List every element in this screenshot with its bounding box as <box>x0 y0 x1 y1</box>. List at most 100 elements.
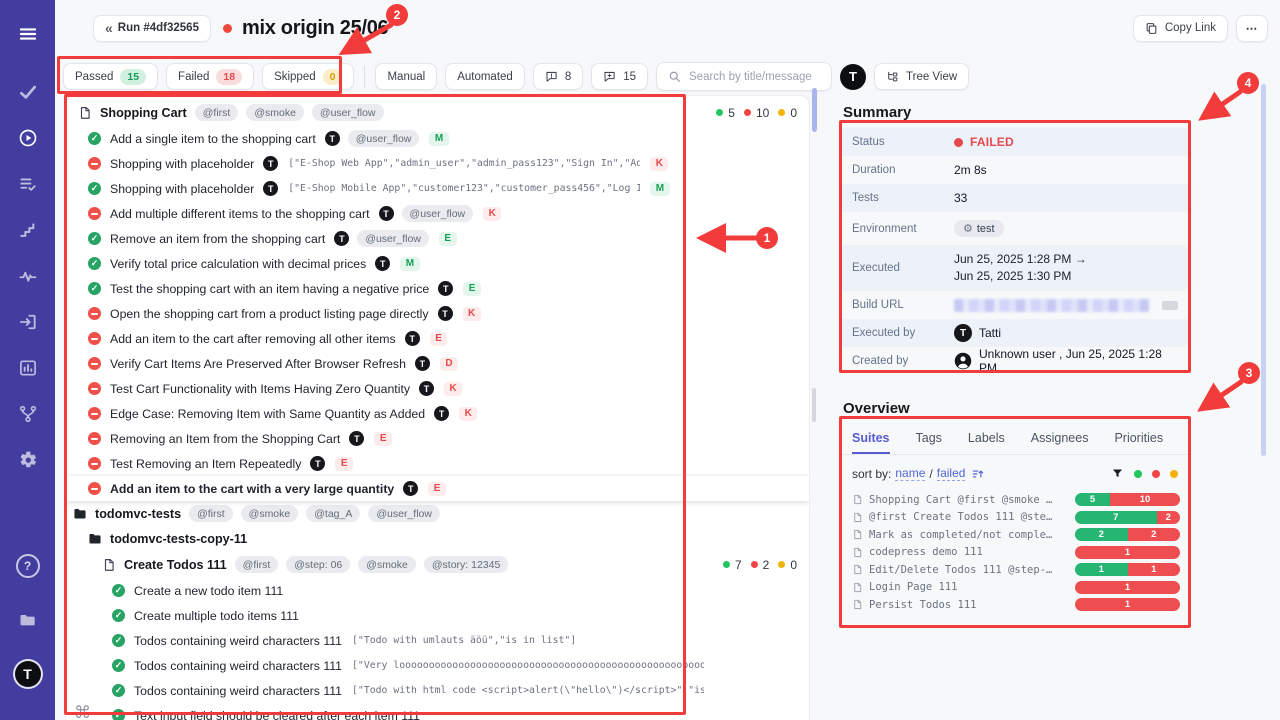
sidebar-item-help[interactable]: ? <box>8 546 48 586</box>
filter-failed-button[interactable]: Failed 18 <box>166 63 254 90</box>
tab-tags[interactable]: Tags <box>916 431 942 454</box>
overview-suite-row[interactable]: Shopping Cart @first @smoke …510 <box>852 491 1180 509</box>
run-back-button[interactable]: « Run #4df32565 <box>93 15 211 42</box>
test-row[interactable]: ✓Add a single item to the shopping cartT… <box>66 126 809 151</box>
overview-suite-row[interactable]: Edit/Delete Todos 111 @step-…11 <box>852 561 1180 579</box>
test-row[interactable]: Test Cart Functionality with Items Havin… <box>66 376 809 401</box>
tag-pill[interactable]: @user_flow <box>348 130 420 147</box>
tab-assignees[interactable]: Assignees <box>1031 431 1089 454</box>
search-box[interactable] <box>656 62 832 91</box>
testomat-badge-icon: T <box>263 181 278 196</box>
test-row[interactable]: ✓Shopping with placeholderT["E-Shop Mobi… <box>66 176 809 201</box>
sort-by-name-link[interactable]: name <box>895 466 925 481</box>
sidebar-item-logo[interactable]: T <box>8 654 48 694</box>
test-row[interactable]: ✓Todos containing weird characters 111["… <box>66 653 809 678</box>
skipped-filter-dot[interactable] <box>1170 470 1178 478</box>
test-row[interactable]: ✓Verify total price calculation with dec… <box>66 251 809 276</box>
tag-pill[interactable]: @smoke <box>246 104 304 121</box>
test-row[interactable]: ✓Test the shopping cart with an item hav… <box>66 276 809 301</box>
suite-row[interactable]: Create Todos 111@first@step: 06@smoke@st… <box>66 551 809 578</box>
overview-suite-row[interactable]: @first Create Todos 111 @ste…72 <box>852 509 1180 527</box>
sort-by-failed-link[interactable]: failed <box>937 466 966 481</box>
test-row[interactable]: Add an item to the cart with a very larg… <box>66 476 809 501</box>
test-row[interactable]: ✓Create a new todo item 111 <box>66 578 809 603</box>
suite-row[interactable]: Shopping Cart@first@smoke@user_flow5100 <box>66 99 809 126</box>
folder-row[interactable]: todomvc-tests-copy-11 <box>66 526 809 551</box>
tab-priorities[interactable]: Priorities <box>1114 431 1163 454</box>
tab-suites[interactable]: Suites <box>852 431 890 454</box>
tag-pill[interactable]: @user_flow <box>368 505 440 522</box>
project-logo-avatar[interactable]: T <box>840 64 866 90</box>
sidebar-item-branches[interactable] <box>8 394 48 434</box>
tag-pill[interactable]: @first <box>195 104 239 121</box>
list-scrollbar[interactable] <box>812 88 817 132</box>
sidebar-item-runs[interactable] <box>8 118 48 158</box>
overview-suite-row[interactable]: codepress demo 1111 <box>852 544 1180 562</box>
copy-link-button[interactable]: Copy Link <box>1133 15 1228 42</box>
comments-add-button[interactable]: 15 <box>591 63 648 90</box>
tree-view-button[interactable]: Tree View <box>874 63 969 90</box>
file-icon <box>852 599 863 610</box>
test-row[interactable]: ✓Todos containing weird characters 111["… <box>66 628 809 653</box>
passed-segment: 2 <box>1075 528 1128 541</box>
test-row[interactable]: Shopping with placeholderT["E-Shop Web A… <box>66 151 809 176</box>
overview-suite-row[interactable]: Login Page 1111 <box>852 579 1180 597</box>
filter-skipped-button[interactable]: Skipped 0 <box>262 63 354 90</box>
folder-row[interactable]: todomvc-tests@first@smoke@tag_A@user_flo… <box>66 501 809 526</box>
test-row[interactable]: ✓Remove an item from the shopping cartT@… <box>66 226 809 251</box>
sidebar-item-projects[interactable] <box>8 600 48 640</box>
test-row[interactable]: ✓Create multiple todo items 111 <box>66 603 809 628</box>
sidebar-item-import[interactable] <box>8 302 48 342</box>
file-icon <box>852 564 863 575</box>
page-scrollbar[interactable] <box>1261 84 1266 456</box>
passed-segment: 1 <box>1075 563 1128 576</box>
test-row[interactable]: Removing an Item from the Shopping CartT… <box>66 426 809 451</box>
passed-filter-dot[interactable] <box>1134 470 1142 478</box>
owner-badge: M <box>429 132 448 146</box>
tag-pill[interactable]: @tag_A <box>306 505 360 522</box>
tag-pill[interactable]: @story: 12345 <box>424 556 508 573</box>
test-row[interactable]: Edge Case: Removing Item with Same Quant… <box>66 401 809 426</box>
test-row[interactable]: ✓Text input field should be cleared afte… <box>66 703 809 720</box>
tag-pill[interactable]: @step: 06 <box>286 556 350 573</box>
filter-automated-button[interactable]: Automated <box>445 63 525 90</box>
filter-funnel-icon[interactable] <box>1111 467 1124 480</box>
suite-counts: 5100 <box>712 106 797 120</box>
failed-icon <box>88 382 101 395</box>
sidebar-item-analytics[interactable] <box>8 348 48 388</box>
sidebar-item-menu[interactable] <box>8 14 48 54</box>
test-row[interactable]: ✓Todos containing weird characters 111["… <box>66 678 809 703</box>
tag-pill[interactable]: @user_flow <box>357 230 429 247</box>
tag-pill[interactable]: @smoke <box>241 505 299 522</box>
tag-pill[interactable]: @user_flow <box>402 205 474 222</box>
test-row[interactable]: Add an item to the cart after removing a… <box>66 326 809 351</box>
overview-suite-row[interactable]: Persist Todos 1111 <box>852 596 1180 614</box>
tag-pill[interactable]: @user_flow <box>312 104 384 121</box>
test-row[interactable]: Test Removing an Item RepeatedlyTE <box>66 451 809 476</box>
sidebar-item-tests[interactable] <box>8 72 48 112</box>
sidebar-item-pulse[interactable] <box>8 256 48 296</box>
sidebar-item-settings[interactable] <box>8 440 48 480</box>
comments-alert-button[interactable]: 8 <box>533 63 583 90</box>
summary-value: Jun 25, 2025 1:28 PM →Jun 25, 2025 1:30 … <box>954 251 1087 285</box>
failed-filter-dot[interactable] <box>1152 470 1160 478</box>
test-title: Text input field should be cleared after… <box>134 709 420 720</box>
tag-pill[interactable]: @smoke <box>358 556 416 573</box>
sort-amount-up-icon[interactable] <box>971 467 985 481</box>
overview-suite-row[interactable]: Mark as completed/not comple…22 <box>852 526 1180 544</box>
test-row[interactable]: Add multiple different items to the shop… <box>66 201 809 226</box>
tag-pill[interactable]: @first <box>235 556 279 573</box>
tab-labels[interactable]: Labels <box>968 431 1005 454</box>
file-icon <box>852 512 863 523</box>
search-input[interactable] <box>687 70 820 84</box>
filter-passed-button[interactable]: Passed 15 <box>63 63 158 90</box>
testomat-badge-icon: T <box>419 381 434 396</box>
sidebar-item-plans[interactable] <box>8 164 48 204</box>
test-row[interactable]: Open the shopping cart from a product li… <box>66 301 809 326</box>
filter-manual-button[interactable]: Manual <box>375 63 437 90</box>
sidebar-item-steps[interactable] <box>8 210 48 250</box>
panel-resize-handle[interactable] <box>812 388 816 422</box>
more-actions-button[interactable]: ⋯ <box>1236 15 1268 42</box>
test-row[interactable]: Verify Cart Items Are Preserved After Br… <box>66 351 809 376</box>
tag-pill[interactable]: @first <box>189 505 233 522</box>
